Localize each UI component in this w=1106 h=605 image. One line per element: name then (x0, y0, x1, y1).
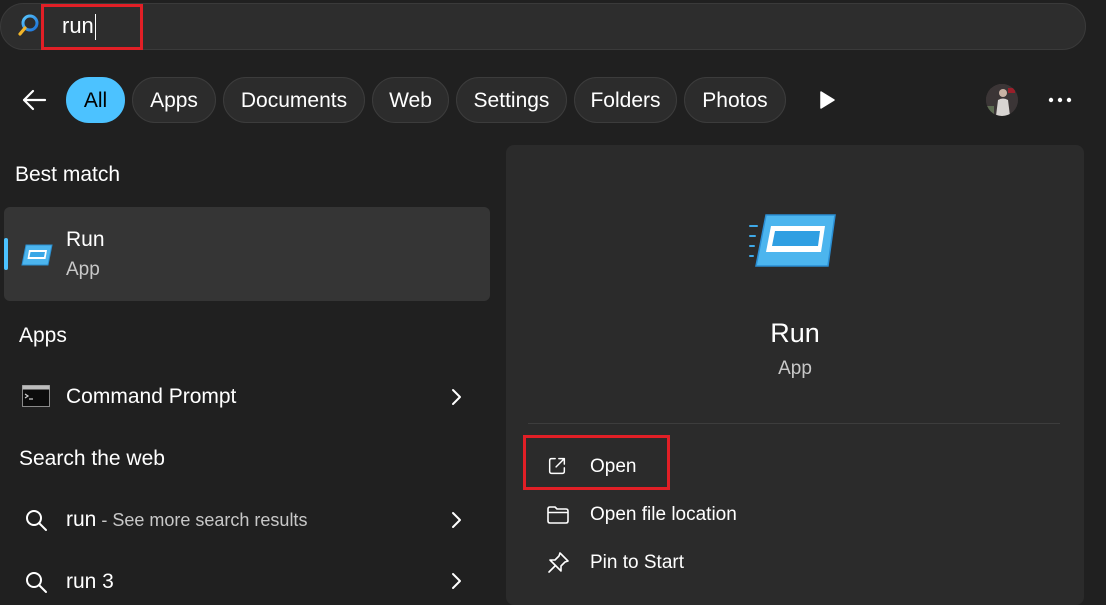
chip-label: All (83, 88, 108, 112)
web-result-query: run (66, 508, 97, 531)
filter-chip-photos[interactable]: Photos (684, 77, 786, 123)
chip-label: Web (389, 88, 432, 112)
best-match-result[interactable] (4, 207, 490, 301)
selection-indicator (4, 238, 8, 270)
avatar[interactable] (986, 84, 1018, 116)
chip-label: Settings (473, 88, 550, 112)
best-match-title: Run (66, 228, 105, 251)
chevron-right-icon (452, 389, 461, 405)
filter-chip-folders[interactable]: Folders (574, 77, 677, 123)
more-options-icon[interactable] (1045, 90, 1075, 110)
web-result-text: run - See more search results (66, 508, 307, 532)
chip-label: Photos (702, 88, 768, 112)
run-app-large-icon (749, 214, 836, 267)
preview-app-type: App (778, 358, 812, 379)
command-prompt-icon (22, 385, 50, 407)
web-result-query: run 3 (66, 570, 114, 593)
play-icon[interactable] (818, 91, 836, 109)
web-result-suffix: - See more search results (96, 510, 308, 530)
filter-chip-documents[interactable]: Documents (223, 77, 365, 123)
avatar-image (986, 84, 1018, 116)
pin-icon (548, 552, 569, 573)
chip-label: Folders (590, 88, 661, 112)
run-app-icon (21, 244, 53, 266)
open-highlight-box (523, 435, 670, 490)
filter-chip-apps[interactable]: Apps (132, 77, 216, 123)
chip-label: Documents (240, 88, 348, 112)
divider (528, 423, 1060, 424)
open-file-location-label: Open file location (590, 504, 737, 525)
filter-chip-web[interactable]: Web (372, 77, 449, 123)
back-arrow-icon[interactable] (20, 86, 48, 114)
search-highlight-box (41, 4, 143, 50)
apps-heading: Apps (19, 324, 67, 347)
search-web-heading: Search the web (19, 447, 165, 470)
search-icon (18, 14, 39, 36)
filter-chip-all[interactable]: All (66, 77, 125, 123)
pin-to-start-label: Pin to Start (590, 552, 684, 573)
search-icon (26, 510, 47, 531)
chevron-right-icon (452, 512, 461, 528)
filter-chip-settings[interactable]: Settings (456, 77, 567, 123)
best-match-heading: Best match (15, 163, 121, 186)
app-result-label: Command Prompt (66, 385, 237, 408)
best-match-subtitle: App (66, 259, 100, 280)
search-icon (26, 572, 47, 593)
preview-app-name: Run (770, 318, 820, 348)
chevron-right-icon (452, 573, 461, 589)
folder-icon (547, 506, 569, 524)
chip-label: Apps (150, 88, 198, 112)
search-bar[interactable] (0, 3, 1086, 50)
